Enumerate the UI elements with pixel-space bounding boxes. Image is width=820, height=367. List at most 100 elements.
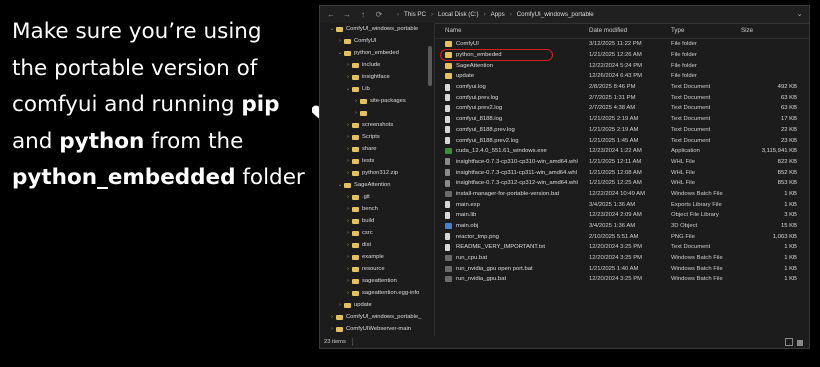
chevron-right-icon[interactable]: › <box>344 194 352 200</box>
file-size: 853 KB <box>777 180 797 187</box>
folder-icon <box>352 230 359 236</box>
tree-item[interactable]: › example <box>320 251 434 263</box>
chevron-down-icon[interactable]: ⌄ <box>328 26 336 32</box>
tree-item[interactable]: › dist <box>320 239 434 251</box>
file-row[interactable]: comfyui.prev2.log 2/7/2025 4:38 AM Text Do… <box>435 103 809 114</box>
chevron-right-icon[interactable]: › <box>344 134 352 140</box>
file-row[interactable]: comfyui.log 2/8/2025 8:46 PM Text Document… <box>435 82 809 93</box>
file-row[interactable]: SageAttention 12/22/2024 5:24 PM File fold… <box>435 60 809 71</box>
file-row[interactable]: run_nvidia_gpu open port.bat 1/21/2025 1:… <box>435 263 809 274</box>
file-row[interactable]: insightface-0.7.3-cp311-cp311-win_amd64.… <box>435 167 809 178</box>
file-row[interactable]: insightface-0.7.3-cp310-cp310-win_amd64.… <box>435 157 809 168</box>
chevron-down-icon[interactable]: ⌄ <box>796 9 803 18</box>
tree-item[interactable]: › sageattention <box>320 275 434 287</box>
tree-item[interactable]: › insightface <box>320 71 434 83</box>
column-size[interactable]: Size <box>741 27 807 34</box>
chevron-right-icon[interactable]: › <box>344 278 352 284</box>
chevron-right-icon[interactable]: › <box>344 266 352 272</box>
column-type[interactable]: Type <box>671 27 741 34</box>
chevron-right-icon[interactable]: › <box>344 122 352 128</box>
file-row[interactable]: comfyui_8188.prev2.log 1/21/2025 1:45 AM T… <box>435 135 809 146</box>
chevron-right-icon[interactable]: › <box>344 74 352 80</box>
refresh-icon[interactable]: ⟳ <box>374 10 384 19</box>
file-row[interactable]: cuda_12.4.0_551.61_windows.exe 12/23/2024… <box>435 146 809 157</box>
tree-item[interactable]: › resource <box>320 263 434 275</box>
chevron-right-icon[interactable]: › <box>328 314 336 320</box>
chevron-right-icon[interactable]: › <box>344 158 352 164</box>
file-row[interactable]: main.exp 3/4/2025 1:36 AM Exports Library … <box>435 199 809 210</box>
tree-item[interactable]: › Scripts <box>320 131 434 143</box>
tree-item[interactable]: ⌄ ComfyUI_windows_portable <box>320 23 434 35</box>
file-row[interactable]: README_VERY_IMPORTANT.txt 12/20/2024 3:25… <box>435 242 809 253</box>
chevron-right-icon[interactable]: › <box>352 110 360 116</box>
details-view-icon[interactable] <box>785 338 793 346</box>
tree-item[interactable]: ⌄ Lib <box>320 83 434 95</box>
chevron-right-icon[interactable]: › <box>352 98 360 104</box>
chevron-right-icon[interactable]: › <box>344 290 352 296</box>
tree-item[interactable]: ⌄ python_embeded <box>320 47 434 59</box>
chevron-right-icon[interactable]: › <box>344 218 352 224</box>
tiles-view-icon[interactable] <box>797 340 803 346</box>
chevron-right-icon[interactable]: › <box>344 242 352 248</box>
chevron-right-icon[interactable]: › <box>344 230 352 236</box>
file-row[interactable]: run_nvidia_gpu.bat 12/20/2024 3:25 PM Wind… <box>435 274 809 285</box>
file-row[interactable]: reactor_tmp.png 2/10/2025 5:51 AM PNG File… <box>435 231 809 242</box>
caption-line-4: and python from the <box>12 124 312 161</box>
forward-icon[interactable]: → <box>342 10 352 19</box>
breadcrumb[interactable]: › This PC › Local Disk (C:) › Apps › ComfyUI_wi… <box>392 11 594 18</box>
file-row[interactable]: update 12/26/2024 6:43 PM File folder <box>435 71 809 82</box>
tree-item[interactable]: › include <box>320 59 434 71</box>
tree-item[interactable]: › ComfyUI <box>320 35 434 47</box>
tree-item[interactable]: › <box>320 107 434 119</box>
file-row[interactable]: comfyui.prev.log 2/7/2025 1:31 PM Text Doc… <box>435 92 809 103</box>
chevron-down-icon[interactable]: ⌄ <box>336 182 344 188</box>
tree-item[interactable]: › update <box>320 299 434 311</box>
tree-item[interactable]: › ComfyUIWebserver-main <box>320 323 434 335</box>
file-row[interactable]: main.lib 12/23/2024 2:09 AM Object File Li… <box>435 210 809 221</box>
chevron-right-icon[interactable]: › <box>344 206 352 212</box>
back-icon[interactable]: ← <box>326 10 336 19</box>
file-row[interactable]: install-manager-for-portable-version.bat… <box>435 189 809 200</box>
chevron-right-icon[interactable]: › <box>344 170 352 176</box>
chevron-right-icon[interactable]: › <box>336 38 344 44</box>
column-name[interactable]: Name <box>435 27 589 34</box>
file-row[interactable]: run_cpu.bat 12/20/2024 3:25 PM Windows Bat… <box>435 253 809 264</box>
tree-item-label: ComfyUI_windows_portable_ <box>346 314 422 320</box>
file-row[interactable]: comfyui_8188.prev.log 1/21/2025 2:19 AM Te… <box>435 125 809 136</box>
chevron-down-icon[interactable]: ⌄ <box>344 86 352 92</box>
file-row[interactable]: main.obj 3/4/2025 1:36 AM 3D Object 15 KB <box>435 221 809 232</box>
tree-item[interactable]: › tests <box>320 155 434 167</box>
folder-icon <box>352 194 359 200</box>
tree-item[interactable]: › sageattention.egg-info <box>320 287 434 299</box>
tree-item[interactable]: › screenshots <box>320 119 434 131</box>
tree-item[interactable]: › share <box>320 143 434 155</box>
tree-item[interactable]: › build <box>320 215 434 227</box>
chevron-down-icon[interactable]: ⌄ <box>336 50 344 56</box>
tree-scrollbar[interactable] <box>428 46 432 86</box>
file-row[interactable]: comfyui_8188.log 1/21/2025 2:19 AM Text Do… <box>435 114 809 125</box>
file-size: 1 KB <box>784 190 797 197</box>
tree-item[interactable]: › csrc <box>320 227 434 239</box>
chevron-right-icon[interactable]: › <box>336 302 344 308</box>
breadcrumb-item[interactable]: ComfyUI_windows_portable <box>517 11 594 18</box>
tree-item[interactable]: › ComfyUI_windows_portable_ <box>320 311 434 323</box>
breadcrumb-item[interactable]: This PC <box>404 11 426 18</box>
up-icon[interactable]: ↑ <box>358 10 368 19</box>
file-row[interactable]: insightface-0.7.3-cp312-cp312-win_amd64.… <box>435 178 809 189</box>
tree-item[interactable]: › bench <box>320 203 434 215</box>
tree-item[interactable]: › .git <box>320 191 434 203</box>
chevron-right-icon[interactable]: › <box>344 62 352 68</box>
file-name-cell: run_cpu.bat <box>435 255 589 262</box>
column-date[interactable]: Date modified <box>589 27 671 34</box>
tree-item[interactable]: ⌄ SageAttention <box>320 179 434 191</box>
tree-item[interactable]: › site-packages <box>320 95 434 107</box>
breadcrumb-item[interactable]: Local Disk (C:) <box>438 11 479 18</box>
chevron-right-icon[interactable]: › <box>328 326 336 332</box>
chevron-right-icon[interactable]: › <box>344 146 352 152</box>
tree-item-label: screenshots <box>362 122 394 128</box>
highlight-ring <box>440 49 553 61</box>
tree-item[interactable]: › python312.zip <box>320 167 434 179</box>
tree-item-label: tests <box>362 158 375 164</box>
breadcrumb-item[interactable]: Apps <box>491 11 505 18</box>
chevron-right-icon[interactable]: › <box>344 254 352 260</box>
